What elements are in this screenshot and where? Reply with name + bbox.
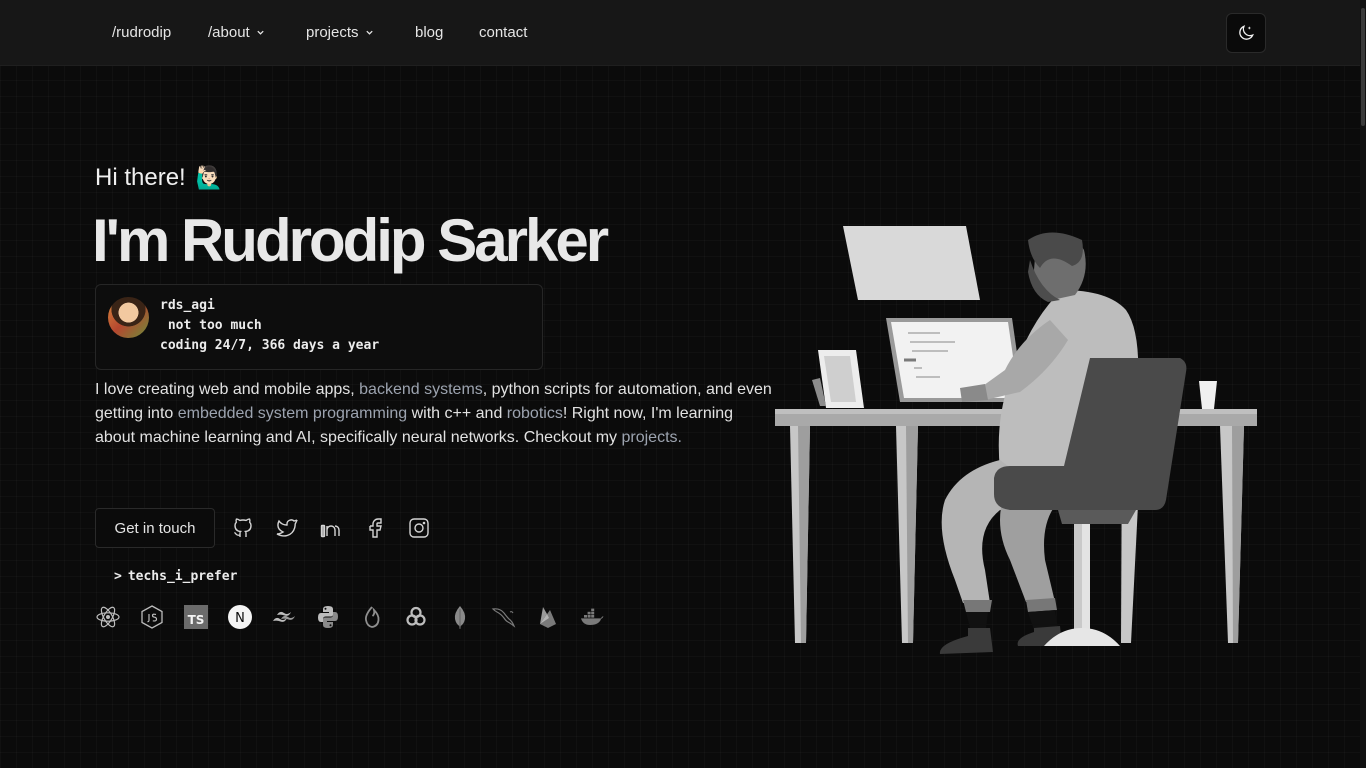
chevron-down-icon <box>257 30 264 35</box>
twitter-icon <box>276 519 298 537</box>
prisma-tech <box>359 604 385 630</box>
nav-about-label: /about <box>208 24 250 41</box>
mongodb-tech <box>447 604 473 630</box>
docker-icon <box>581 608 604 625</box>
prisma-icon <box>364 606 380 628</box>
graphql-icon <box>406 606 426 626</box>
tailwind-icon <box>273 611 295 622</box>
raising-hand-emoji: 🙋🏻‍♂️ <box>195 165 224 190</box>
theme-toggle-button[interactable] <box>1226 13 1266 53</box>
scrollbar-thumb[interactable] <box>1361 8 1365 126</box>
github-icon <box>234 518 252 537</box>
greeting: Hi there! 🙋🏻‍♂️ <box>95 164 223 192</box>
moon-icon <box>1239 25 1254 40</box>
typescript-icon: TS <box>184 605 208 629</box>
nav-home-label: /rudrodip <box>112 24 172 41</box>
developer-desk-illustration <box>775 226 1257 654</box>
bio-paragraph: I love creating web and mobile apps, bac… <box>95 378 775 450</box>
firebase-tech <box>535 604 561 630</box>
nav-about-dropdown[interactable]: /about <box>208 24 265 41</box>
profile-tagline: coding 24/7, 366 days a year <box>160 338 380 353</box>
svg-text:TS: TS <box>188 613 205 627</box>
chevron-right-icon: > <box>114 569 122 584</box>
linkedin-icon <box>320 520 340 538</box>
bio-text: I love creating web and mobile apps, <box>95 381 360 398</box>
profile-handle: rds_agi <box>160 298 215 313</box>
python-tech <box>315 604 341 630</box>
nav-projects-dropdown[interactable]: projects <box>306 24 374 41</box>
mysql-icon <box>491 608 516 628</box>
nextjs-icon: N <box>228 605 252 629</box>
techs-label: techs_i_prefer <box>127 569 238 584</box>
firebase-icon <box>540 607 556 628</box>
mongodb-icon <box>454 606 466 629</box>
nav-contact-label: contact <box>479 24 528 41</box>
nodejs-tech <box>139 604 165 630</box>
nav-home-link[interactable]: /rudrodip <box>112 24 171 41</box>
twitter-link[interactable] <box>275 516 299 540</box>
nav-blog-link[interactable]: blog <box>415 24 443 41</box>
github-link[interactable] <box>231 516 255 540</box>
nextjs-tech: N <box>227 604 253 630</box>
greeting-text: Hi there! <box>95 164 186 191</box>
avatar <box>108 297 149 338</box>
instagram-link[interactable] <box>407 516 431 540</box>
svg-text:N: N <box>235 611 245 626</box>
linkedin-link[interactable] <box>319 516 343 540</box>
facebook-icon <box>369 518 382 538</box>
embedded-programming-link[interactable]: embedded system programming <box>178 405 407 422</box>
docker-tech <box>579 604 605 630</box>
nodejs-icon <box>141 605 163 629</box>
tailwind-tech <box>271 604 297 630</box>
backend-systems-link[interactable]: backend systems <box>359 381 483 398</box>
profile-card: rds_agi not too much coding 24/7, 366 da… <box>95 284 543 370</box>
facebook-link[interactable] <box>363 516 387 540</box>
page-title: I'm Rudrodip Sarker <box>92 207 609 274</box>
scrollbar[interactable] <box>1360 0 1366 768</box>
navbar: /rudrodip /about projects blog contact <box>0 0 1360 66</box>
instagram-icon <box>409 518 429 538</box>
projects-link[interactable]: projects. <box>622 429 682 446</box>
chevron-down-icon <box>365 30 373 35</box>
bio-text: with c++ and <box>407 405 507 422</box>
nav-contact-link[interactable]: contact <box>479 24 527 41</box>
profile-status: not too much <box>160 318 262 333</box>
react-tech <box>95 604 121 630</box>
mysql-tech <box>491 604 517 630</box>
techs-toggle[interactable]: > techs_i_prefer <box>114 569 237 584</box>
typescript-tech: TS <box>183 604 209 630</box>
nav-blog-label: blog <box>415 24 444 41</box>
robotics-link[interactable]: robotics <box>507 405 563 422</box>
get-in-touch-button[interactable]: Get in touch <box>95 508 215 548</box>
nav-projects-label: projects <box>306 24 359 41</box>
python-icon <box>318 606 338 628</box>
graphql-tech <box>403 604 429 630</box>
react-icon <box>96 606 120 628</box>
